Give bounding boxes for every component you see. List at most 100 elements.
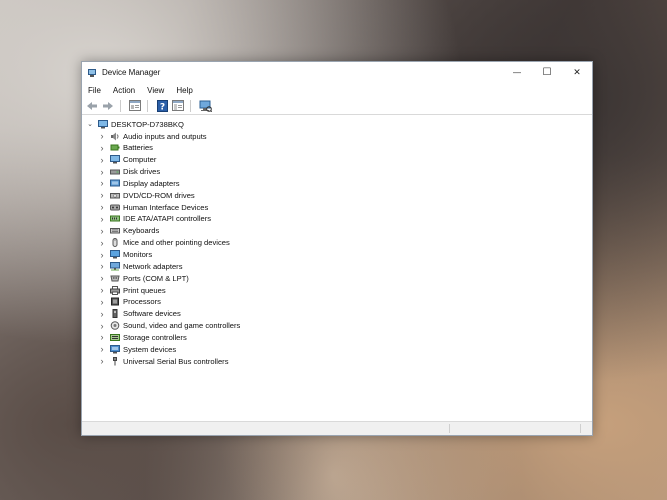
tree-item-label: System devices bbox=[123, 344, 177, 354]
show-hide-console-tree-button[interactable] bbox=[171, 99, 185, 112]
tree-item[interactable]: › Network adapters bbox=[98, 260, 183, 272]
tree-item-label: Storage controllers bbox=[123, 332, 187, 342]
expand-chevron-icon[interactable]: › bbox=[98, 284, 106, 296]
speaker-icon bbox=[110, 132, 120, 141]
status-bar-segment bbox=[450, 424, 581, 433]
storage-controller-icon bbox=[110, 333, 120, 342]
tree-item-label: Universal Serial Bus controllers bbox=[123, 356, 229, 366]
title-bar[interactable]: Device Manager — ☐ ✕ bbox=[82, 62, 592, 83]
tree-item-label: Ports (COM & LPT) bbox=[123, 273, 189, 283]
ide-controller-icon bbox=[110, 214, 120, 223]
toolbar-separator bbox=[190, 99, 191, 112]
keyboard-icon bbox=[110, 226, 120, 235]
device-tree: ⌄ DESKTOP-D738BKQ › Audio inputs and outp… bbox=[82, 115, 592, 421]
expand-chevron-icon[interactable]: › bbox=[98, 189, 106, 201]
tree-item-label: Human Interface Devices bbox=[123, 202, 209, 212]
tree-item-label: Sound, video and game controllers bbox=[123, 321, 241, 331]
menu-bar: File Action View Help bbox=[82, 83, 592, 97]
tree-item[interactable]: › Monitors bbox=[98, 249, 153, 261]
tree-item[interactable]: › Keyboards bbox=[98, 225, 160, 237]
port-icon bbox=[110, 274, 120, 283]
help-button[interactable]: ? bbox=[155, 99, 169, 112]
minimize-button[interactable]: — bbox=[502, 62, 532, 83]
help-icon: ? bbox=[156, 99, 168, 112]
computer-icon bbox=[98, 119, 108, 129]
back-button[interactable] bbox=[85, 99, 99, 112]
expand-chevron-icon[interactable]: › bbox=[98, 237, 106, 249]
tree-item[interactable]: › Display adapters bbox=[98, 177, 180, 189]
monitor-icon bbox=[110, 250, 120, 259]
tree-item[interactable]: › DVD/CD-ROM drives bbox=[98, 189, 195, 201]
scan-hardware-icon bbox=[199, 100, 212, 112]
scan-hardware-button[interactable] bbox=[198, 99, 212, 112]
expand-chevron-icon[interactable]: › bbox=[98, 213, 106, 225]
tree-item[interactable]: › Processors bbox=[98, 296, 161, 308]
expand-chevron-icon[interactable]: › bbox=[98, 308, 106, 320]
tree-item[interactable]: › Software devices bbox=[98, 308, 181, 320]
tree-item[interactable]: › Ports (COM & LPT) bbox=[98, 272, 189, 284]
back-icon bbox=[87, 101, 97, 110]
status-bar-segment bbox=[82, 424, 450, 433]
system-device-icon bbox=[110, 344, 120, 354]
tree-item[interactable]: › Print queues bbox=[98, 284, 166, 296]
menu-help[interactable]: Help bbox=[170, 86, 198, 95]
collapse-chevron-icon[interactable]: ⌄ bbox=[86, 118, 94, 130]
tree-item-label: Display adapters bbox=[123, 178, 180, 188]
forward-icon bbox=[103, 101, 113, 110]
tree-item[interactable]: › Mice and other pointing devices bbox=[98, 237, 230, 249]
tree-item[interactable]: › Human Interface Devices bbox=[98, 201, 209, 213]
tree-item-label: Computer bbox=[123, 155, 157, 165]
expand-chevron-icon[interactable]: › bbox=[98, 355, 106, 367]
expand-chevron-icon[interactable]: › bbox=[98, 320, 106, 332]
hid-icon bbox=[110, 203, 120, 212]
menu-file[interactable]: File bbox=[82, 86, 107, 95]
tree-item-label: Print queues bbox=[123, 285, 166, 295]
forward-button[interactable] bbox=[101, 99, 115, 112]
software-device-icon bbox=[110, 309, 120, 319]
tree-item-label: Disk drives bbox=[123, 167, 161, 177]
computer-icon bbox=[110, 155, 120, 164]
tree-item-label: Audio inputs and outputs bbox=[123, 131, 207, 141]
expand-chevron-icon[interactable]: › bbox=[98, 201, 106, 213]
maximize-button[interactable]: ☐ bbox=[532, 62, 562, 83]
expand-chevron-icon[interactable]: › bbox=[98, 225, 106, 237]
tree-item[interactable]: › Sound, video and game controllers bbox=[98, 320, 241, 332]
menu-view[interactable]: View bbox=[141, 86, 170, 95]
sound-controller-icon bbox=[110, 321, 120, 330]
printer-icon bbox=[110, 285, 120, 295]
close-button[interactable]: ✕ bbox=[562, 62, 592, 83]
svg-text:?: ? bbox=[159, 102, 164, 112]
disk-drive-icon bbox=[110, 167, 120, 176]
device-manager-app-icon bbox=[87, 68, 97, 78]
expand-chevron-icon[interactable]: › bbox=[98, 154, 106, 166]
tree-item-label: Processors bbox=[123, 297, 161, 307]
mouse-icon bbox=[110, 238, 120, 248]
tree-item[interactable]: › Universal Serial Bus controllers bbox=[98, 355, 229, 367]
tree-item[interactable]: › System devices bbox=[98, 343, 177, 355]
expand-chevron-icon[interactable]: › bbox=[98, 343, 106, 355]
show-hide-console-tree-icon bbox=[172, 100, 184, 111]
tree-item[interactable]: › Batteries bbox=[98, 142, 153, 154]
expand-chevron-icon[interactable]: › bbox=[98, 260, 106, 272]
properties-button[interactable] bbox=[128, 99, 142, 112]
tree-item-label: Monitors bbox=[123, 250, 153, 259]
expand-chevron-icon[interactable]: › bbox=[98, 177, 106, 189]
tree-item[interactable]: › Storage controllers bbox=[98, 331, 187, 343]
tree-item-label: DVD/CD-ROM drives bbox=[123, 190, 195, 200]
properties-icon bbox=[129, 100, 141, 111]
tree-item[interactable]: › Audio inputs and outputs bbox=[98, 130, 207, 142]
expand-chevron-icon[interactable]: › bbox=[98, 142, 106, 154]
toolbar-separator bbox=[120, 99, 121, 112]
expand-chevron-icon[interactable]: › bbox=[98, 166, 106, 178]
tree-root[interactable]: ⌄ DESKTOP-D738BKQ bbox=[86, 118, 184, 130]
expand-chevron-icon[interactable]: › bbox=[98, 249, 106, 261]
expand-chevron-icon[interactable]: › bbox=[98, 130, 106, 142]
menu-action[interactable]: Action bbox=[107, 86, 141, 95]
tree-item[interactable]: › Disk drives bbox=[98, 166, 161, 178]
expand-chevron-icon[interactable]: › bbox=[98, 331, 106, 343]
tree-item[interactable]: › IDE ATA/ATAPI controllers bbox=[98, 213, 212, 225]
tree-item-label: Mice and other pointing devices bbox=[123, 238, 230, 248]
tree-item[interactable]: › Computer bbox=[98, 154, 157, 166]
expand-chevron-icon[interactable]: › bbox=[98, 272, 106, 284]
expand-chevron-icon[interactable]: › bbox=[98, 296, 106, 308]
